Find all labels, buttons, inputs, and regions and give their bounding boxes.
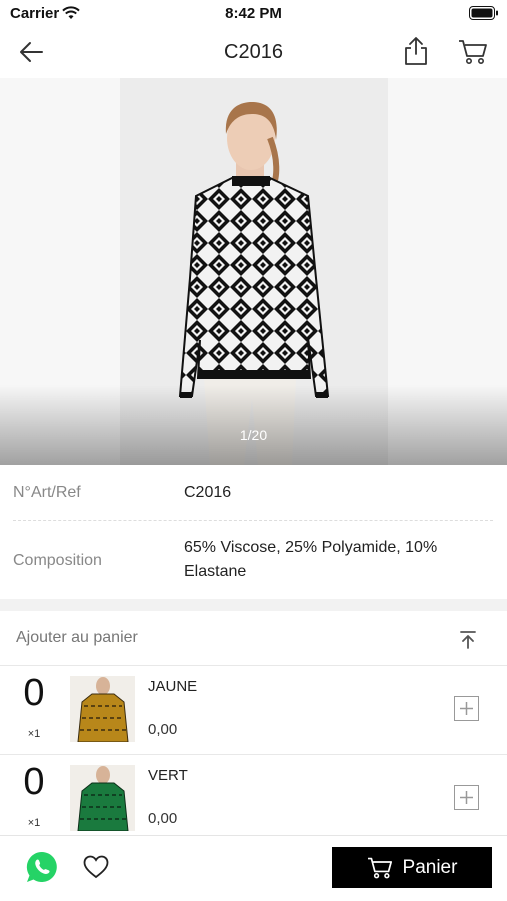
- ref-value: C2016: [184, 484, 232, 501]
- add-to-cart-title: Ajouter au panier: [16, 629, 138, 646]
- variant-multiplier: ×1: [27, 728, 41, 740]
- composition-row: Composition 65% Viscose, 25% Polyamide, …: [0, 521, 507, 599]
- add-quantity-button[interactable]: [454, 785, 479, 810]
- nav-bar: C2016: [0, 28, 507, 78]
- share-icon[interactable]: [402, 36, 430, 71]
- cart-button-label: Panier: [402, 856, 458, 878]
- variant-price: 0,00: [148, 721, 178, 738]
- collapse-up-icon[interactable]: [458, 630, 478, 655]
- page-title: C2016: [224, 41, 283, 63]
- gallery-gradient: [0, 385, 507, 465]
- heart-icon[interactable]: [82, 854, 110, 885]
- product-gallery[interactable]: 1/20: [0, 78, 507, 465]
- variant-row-vert: 0 ×1 VERT 0,00: [0, 755, 507, 844]
- ref-row: N°Art/Ref C2016: [0, 465, 507, 521]
- variant-quantity[interactable]: 0: [0, 761, 68, 804]
- variant-multiplier: ×1: [27, 817, 41, 829]
- composition-line-1: 65% Viscose, 25% Polyamide, 10%: [184, 539, 438, 556]
- product-details: N°Art/Ref C2016: [0, 465, 507, 521]
- status-bar: Carrier 8:42 PM: [0, 0, 507, 28]
- composition-label: Composition: [13, 552, 102, 569]
- plus-icon: [460, 702, 473, 715]
- add-quantity-button[interactable]: [454, 696, 479, 721]
- cart-icon: [367, 857, 392, 878]
- clock: 8:42 PM: [225, 5, 282, 22]
- bottom-action-bar: Panier: [0, 835, 507, 901]
- composition-line-2: Elastane: [184, 563, 247, 580]
- cart-icon[interactable]: [458, 38, 488, 71]
- add-to-cart-header: Ajouter au panier: [0, 611, 507, 666]
- variant-price: 0,00: [148, 810, 178, 827]
- battery-icon: [469, 6, 499, 25]
- variant-row-jaune: 0 ×1 JAUNE 0,00: [0, 666, 507, 755]
- whatsapp-icon[interactable]: [25, 850, 59, 889]
- ref-label: N°Art/Ref: [13, 484, 81, 501]
- variant-thumbnail-jaune[interactable]: [70, 676, 135, 742]
- variant-thumbnail-vert[interactable]: [70, 765, 135, 831]
- section-separator: [0, 599, 507, 611]
- cart-button[interactable]: Panier: [332, 847, 492, 888]
- plus-icon: [460, 791, 473, 804]
- composition-value: 65% Viscose, 25% Polyamide, 10% Elastane: [184, 536, 484, 584]
- variant-color-name: JAUNE: [148, 678, 198, 695]
- variant-color-name: VERT: [148, 767, 188, 784]
- gallery-counter: 1/20: [239, 427, 268, 443]
- variant-quantity[interactable]: 0: [0, 672, 68, 715]
